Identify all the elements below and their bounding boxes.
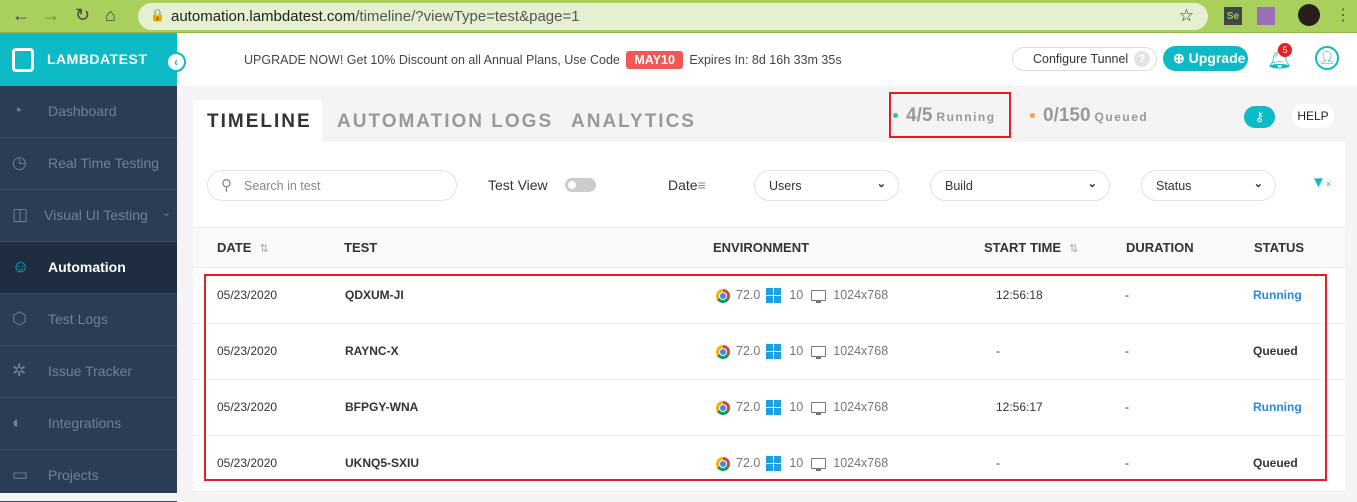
browser-toolbar: ← → ↻ ⌂ 🔒 automation.lambdatest.com/time… — [0, 0, 1357, 33]
sort-icon[interactable]: ⇅ — [1069, 243, 1078, 255]
date-filter[interactable]: Date≡ — [668, 177, 706, 193]
queued-stat: 0/150 Queued — [1030, 105, 1148, 127]
build-select[interactable]: Build ⌄ — [930, 170, 1110, 201]
eye-icon: ◫ — [12, 205, 29, 224]
col-duration: DURATION — [1126, 240, 1194, 255]
highlight-box — [204, 274, 1327, 481]
forward-icon[interactable]: → — [42, 5, 60, 26]
key-icon: ⚷ — [1254, 109, 1265, 124]
back-icon[interactable]: ← — [12, 5, 30, 26]
tab-automation-logs[interactable]: AUTOMATION LOGS — [337, 100, 553, 142]
bug-icon: ✲ — [12, 361, 27, 380]
chevron-down-icon: ⌄ — [161, 207, 171, 219]
lock-icon: 🔒 — [150, 8, 165, 22]
profile-avatar[interactable] — [1298, 4, 1320, 26]
chevron-down-icon: ⌄ — [876, 178, 886, 190]
help-icon[interactable]: ? — [1134, 51, 1150, 67]
sidebar-item-test-logs[interactable]: ⬡ Test Logs — [0, 294, 177, 346]
users-select[interactable]: Users ⌄ — [754, 170, 899, 201]
search-icon: ⚲ — [221, 177, 232, 194]
home-icon[interactable]: ⌂ — [105, 5, 116, 26]
test-view-toggle[interactable] — [565, 178, 596, 192]
sort-lines-icon: ≡ — [697, 177, 706, 193]
col-environment: ENVIRONMENT — [713, 240, 810, 255]
filter-clear-icon[interactable]: ▼× — [1311, 174, 1331, 191]
arrow-up-circle-icon: ⊕ — [1173, 50, 1185, 66]
collapse-sidebar-button[interactable]: ‹ — [166, 52, 186, 72]
table-header: DATE ⇅ TEST ENVIRONMENT START TIME ⇅ DURAT… — [193, 227, 1345, 268]
selenium-extension-icon[interactable]: Se — [1224, 7, 1242, 25]
folder-icon: ▭ — [12, 465, 29, 484]
star-icon[interactable]: ☆ — [1179, 6, 1194, 26]
top-header: UPGRADE NOW! Get 10% Discount on all Ann… — [177, 33, 1357, 86]
configure-tunnel-button[interactable]: Configure Tunnel? — [1012, 47, 1157, 71]
col-test: TEST — [344, 240, 378, 255]
test-view-label: Test View — [488, 177, 548, 193]
tab-analytics[interactable]: ANALYTICS — [571, 100, 696, 142]
clock-icon: ◷ — [12, 153, 27, 172]
sort-icon[interactable]: ⇅ — [259, 243, 268, 255]
box-icon: ⬡ — [12, 309, 27, 328]
lambdatest-logo-icon — [12, 48, 34, 72]
sidebar-item-projects[interactable]: ▭ Projects — [0, 450, 177, 502]
promo-banner: UPGRADE NOW! Get 10% Discount on all Ann… — [244, 51, 842, 69]
reload-icon[interactable]: ↻ — [75, 5, 90, 26]
search-input[interactable]: ⚲ Search in test — [207, 170, 457, 201]
sidebar-item-real-time-testing[interactable]: ◷ Real Time Testing — [0, 138, 177, 190]
gauge-icon: ◔ — [12, 101, 23, 120]
promo-code: MAY10 — [626, 51, 683, 69]
robot-icon: ☺ — [12, 257, 30, 276]
user-icon[interactable]: 👤︎ — [1315, 46, 1339, 70]
col-date[interactable]: DATE ⇅ — [217, 240, 269, 255]
col-start-time[interactable]: START TIME ⇅ — [984, 240, 1078, 255]
tab-timeline[interactable]: TIMELINE — [193, 100, 322, 142]
col-status: STATUS — [1254, 240, 1305, 255]
menu-icon[interactable]: ⋮ — [1335, 5, 1351, 25]
access-key-button[interactable]: ⚷ — [1244, 106, 1275, 128]
notification-badge: 5 — [1278, 43, 1292, 57]
sidebar-item-integrations[interactable]: ◐ Integrations — [0, 398, 177, 450]
upgrade-button[interactable]: ⊕ Upgrade — [1163, 46, 1248, 71]
help-button[interactable]: HELP — [1292, 104, 1334, 128]
highlight-box — [889, 92, 1011, 138]
sidebar: LAMBDATEST ◔ Dashboard ◷ Real Time Testing… — [0, 33, 177, 502]
sidebar-item-automation[interactable]: ☺ Automation — [0, 242, 177, 294]
chevron-down-icon: ⌄ — [1253, 178, 1263, 190]
chevron-down-icon: ⌄ — [1087, 178, 1097, 190]
sidebar-item-visual-ui-testing[interactable]: ◫ Visual UI Testing ⌄ — [0, 190, 177, 242]
sidebar-item-dashboard[interactable]: ◔ Dashboard — [0, 86, 177, 138]
status-select[interactable]: Status ⌄ — [1141, 170, 1276, 201]
queued-dot-icon — [1030, 113, 1035, 119]
address-bar[interactable]: 🔒 automation.lambdatest.com/timeline/?vi… — [138, 3, 1208, 30]
integrations-icon: ◐ — [12, 413, 23, 432]
sidebar-item-issue-tracker[interactable]: ✲ Issue Tracker — [0, 346, 177, 398]
extension-icon[interactable] — [1257, 7, 1275, 25]
